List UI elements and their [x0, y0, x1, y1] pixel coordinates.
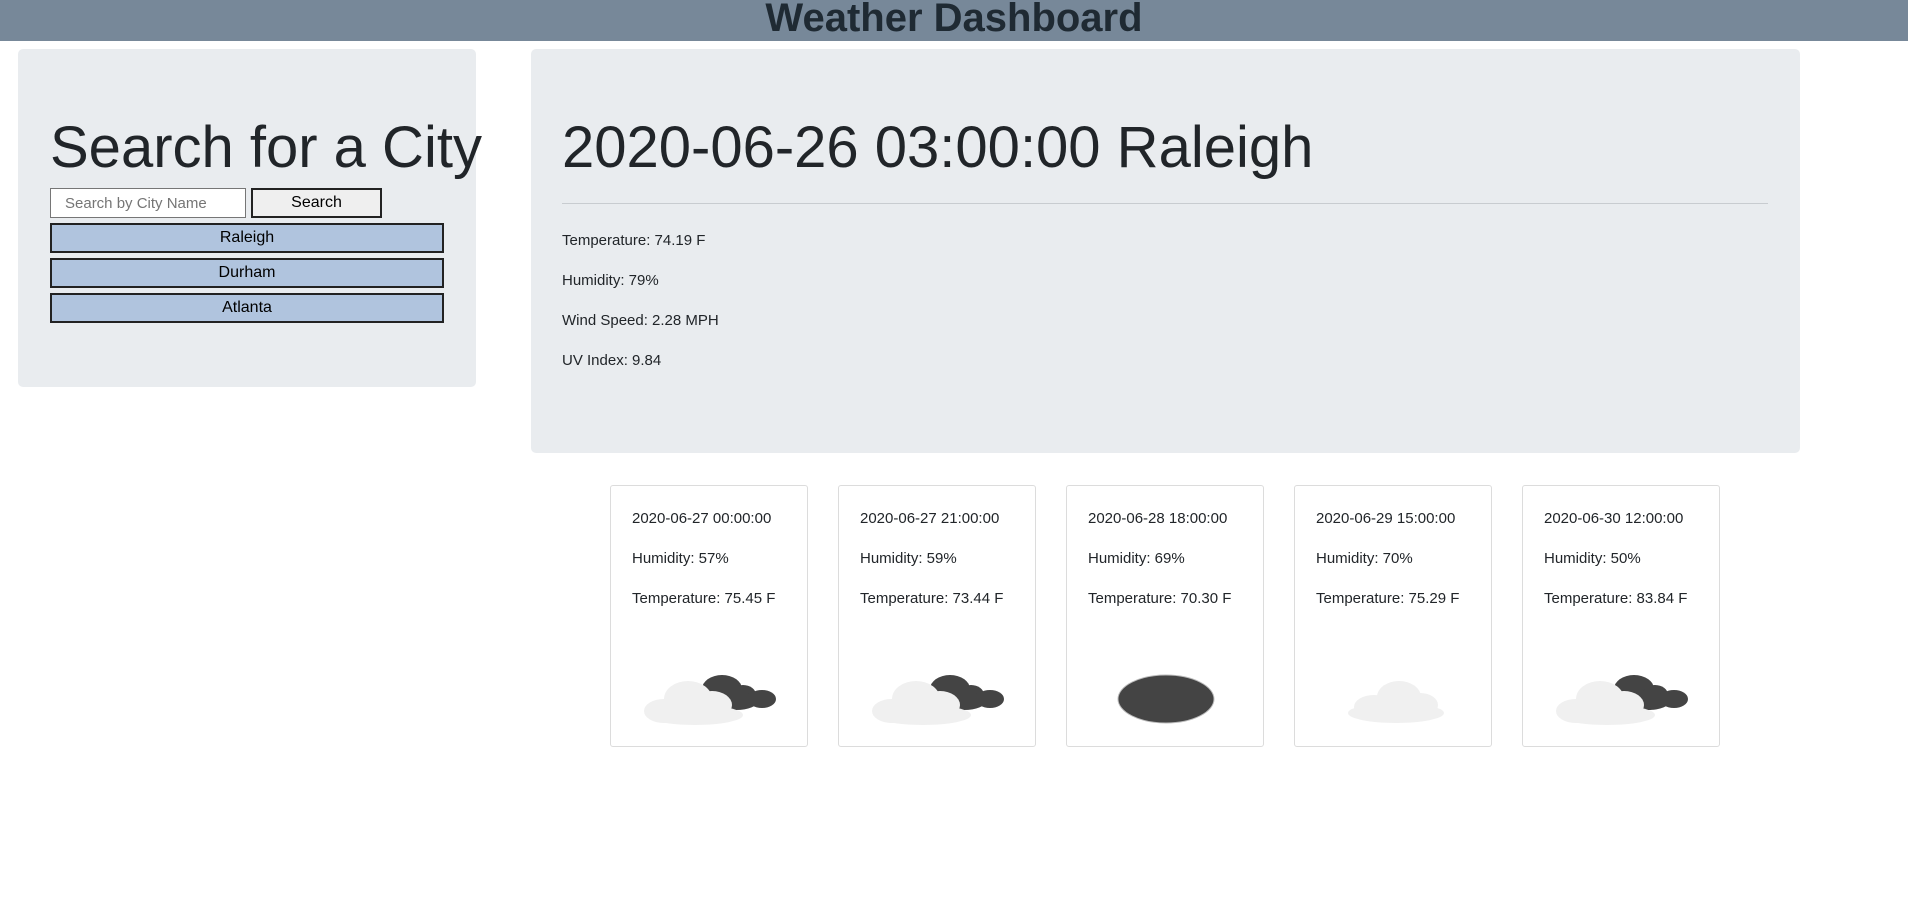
forecast-humidity: Humidity: 59% — [860, 550, 957, 567]
forecast-card: 2020-06-27 00:00:00 Humidity: 57% Temper… — [610, 485, 808, 747]
forecast-date: 2020-06-30 12:00:00 — [1544, 510, 1684, 527]
forecast-card: 2020-06-30 12:00:00 Humidity: 50% Temper… — [1522, 485, 1720, 747]
forecast-date: 2020-06-27 00:00:00 — [632, 510, 772, 527]
history-city-atlanta-button[interactable]: Atlanta — [50, 293, 444, 323]
forecast-temperature: Temperature: 75.45 F — [632, 590, 776, 607]
current-wind-speed: Wind Speed: 2.28 MPH — [562, 312, 719, 329]
history-city-raleigh-button[interactable]: Raleigh — [50, 223, 444, 253]
forecast-temperature: Temperature: 70.30 F — [1088, 590, 1232, 607]
current-humidity: Humidity: 79% — [562, 272, 659, 289]
forecast-date: 2020-06-29 15:00:00 — [1316, 510, 1456, 527]
overcast-clouds-icon — [1117, 674, 1215, 724]
forecast-humidity: Humidity: 70% — [1316, 550, 1413, 567]
current-temperature: Temperature: 74.19 F — [562, 232, 706, 249]
broken-clouds-icon — [1556, 675, 1688, 725]
search-panel: Search for a City Search Raleigh Durham … — [18, 49, 482, 387]
current-uv-index: UV Index: 9.84 — [562, 352, 662, 369]
page-title: Weather Dashboard — [765, 0, 1143, 40]
forecast-card: 2020-06-28 18:00:00 Humidity: 69% Temper… — [1066, 485, 1264, 747]
divider — [562, 203, 1768, 204]
history-city-durham-button[interactable]: Durham — [50, 258, 444, 288]
forecast-humidity: Humidity: 50% — [1544, 550, 1641, 567]
current-weather-panel: 2020-06-26 03:00:00 Raleigh Temperature:… — [531, 49, 1800, 453]
search-heading: Search for a City — [50, 115, 482, 180]
city-search-input[interactable] — [50, 188, 246, 218]
forecast-card: 2020-06-27 21:00:00 Humidity: 59% Temper… — [838, 485, 1036, 747]
current-weather-title: 2020-06-26 03:00:00 Raleigh — [562, 115, 1314, 180]
forecast-humidity: Humidity: 57% — [632, 550, 729, 567]
broken-clouds-icon — [644, 675, 776, 725]
few-clouds-icon — [1348, 681, 1444, 723]
broken-clouds-icon — [872, 675, 1004, 725]
forecast-temperature: Temperature: 75.29 F — [1316, 590, 1460, 607]
search-button[interactable]: Search — [251, 188, 382, 218]
header-bar: Weather Dashboard — [0, 0, 1908, 41]
forecast-date: 2020-06-27 21:00:00 — [860, 510, 1000, 527]
forecast-date: 2020-06-28 18:00:00 — [1088, 510, 1228, 527]
forecast-temperature: Temperature: 83.84 F — [1544, 590, 1688, 607]
forecast-card: 2020-06-29 15:00:00 Humidity: 70% Temper… — [1294, 485, 1492, 747]
forecast-temperature: Temperature: 73.44 F — [860, 590, 1004, 607]
forecast-humidity: Humidity: 69% — [1088, 550, 1185, 567]
